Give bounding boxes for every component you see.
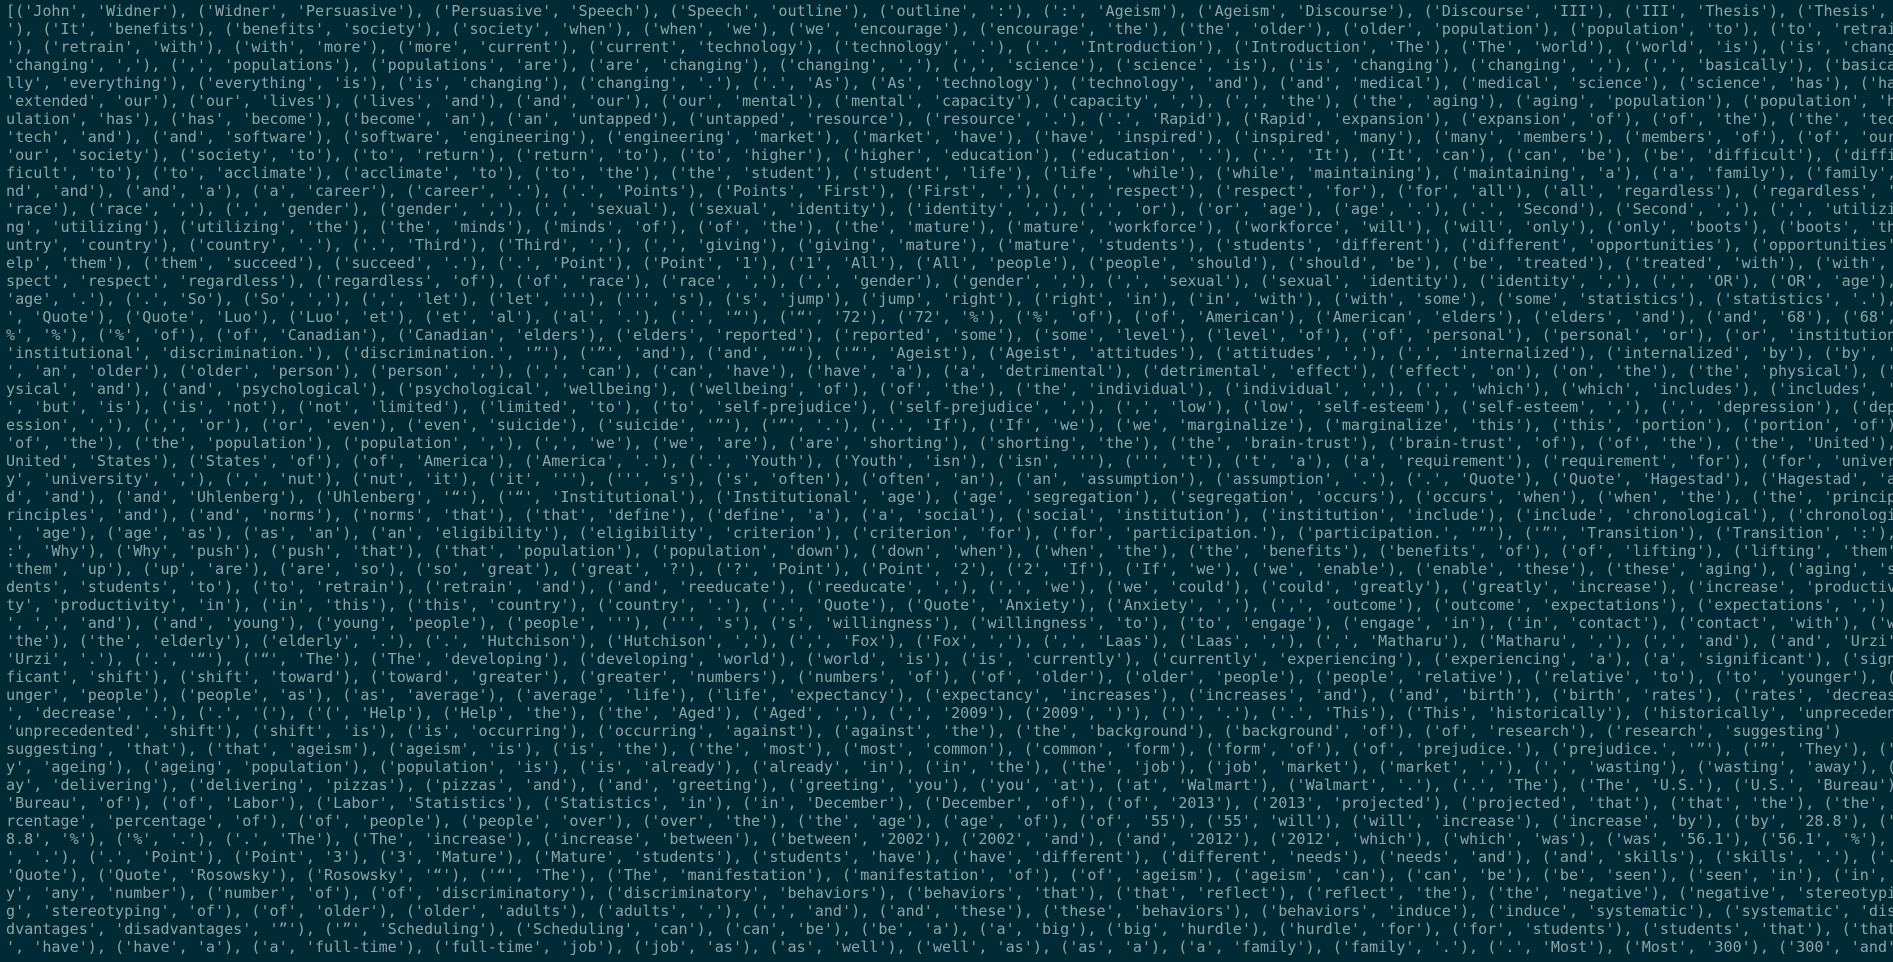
terminal-line: :', 'Why'), ('Why', 'push'), ('push', 't… bbox=[6, 542, 1893, 560]
terminal-line: dents', 'students', 'to'), ('to', 'retra… bbox=[6, 578, 1893, 596]
terminal-line: ', 'Quote'), ('Quote', 'Luo'), ('Luo', '… bbox=[6, 308, 1893, 326]
terminal-line: 'unprecedented', 'shift'), ('shift', 'is… bbox=[6, 722, 1842, 740]
terminal-line: 'changing', ','), (',', 'populations'), … bbox=[6, 56, 1893, 74]
terminal-line: ', '.'), ('.', 'Point'), ('Point', '3'),… bbox=[6, 848, 1893, 866]
terminal-line: ty', 'productivity', 'in'), ('in', 'this… bbox=[6, 596, 1888, 614]
terminal-line: ', ',', 'and'), ('and', 'young'), ('youn… bbox=[6, 614, 1893, 632]
terminal-line: 'our', 'society'), ('society', 'to'), ('… bbox=[6, 146, 1893, 164]
terminal-line: ', 'an', 'older'), ('older', 'person'), … bbox=[6, 362, 1893, 380]
terminal-line: ficant', 'shift'), ('shift', 'toward'), … bbox=[6, 668, 1893, 686]
terminal-line: 'them', 'up'), ('up', 'are'), ('are', 's… bbox=[6, 560, 1893, 578]
terminal-line: 'extended', 'our'), ('our', 'lives'), ('… bbox=[6, 92, 1893, 110]
terminal-line: 'Quote'), ('Quote', 'Rosowsky'), ('Rosow… bbox=[6, 866, 1893, 884]
terminal-line: ', 'age'), ('age', 'as'), ('as', 'an'), … bbox=[6, 524, 1893, 542]
terminal-line: ysical', 'and'), ('and', 'psychological'… bbox=[6, 380, 1893, 398]
terminal-line: ', 'but', 'is'), ('is', 'not'), ('not', … bbox=[6, 398, 1893, 416]
terminal-line: rcentage', 'percentage', 'of'), ('of', '… bbox=[6, 812, 1893, 830]
terminal-line: United', 'States'), ('States', 'of'), ('… bbox=[6, 452, 1893, 470]
terminal-line: ay', 'delivering'), ('delivering', 'pizz… bbox=[6, 776, 1893, 794]
terminal-line: untry', 'country'), ('country', '.'), ('… bbox=[6, 236, 1893, 254]
terminal-line: rinciples', 'and'), ('and', 'norms'), ('… bbox=[6, 506, 1893, 524]
terminal-line: 'of', 'the'), ('the', 'population'), ('p… bbox=[6, 434, 1893, 452]
terminal-line: y', 'university', ','), (',', 'nut'), ('… bbox=[6, 470, 1893, 488]
terminal-line: 'tech', 'and'), ('and', 'software'), ('s… bbox=[6, 128, 1893, 146]
terminal-line: suggesting', 'that'), ('that', 'ageism')… bbox=[6, 740, 1893, 758]
terminal-line: 8.8', '%'), ('%', '.'), ('.', 'The'), ('… bbox=[6, 830, 1893, 848]
terminal-line: spect', 'respect', 'regardless'), ('rega… bbox=[6, 272, 1893, 290]
terminal-line: ', 'have'), ('have', 'a'), ('a', 'full-t… bbox=[6, 938, 1893, 956]
terminal-line: 'race'), ('race', ','), (',', 'gender'),… bbox=[6, 200, 1893, 218]
terminal-line: 'the'), ('the', 'elderly'), ('elderly', … bbox=[6, 632, 1893, 650]
terminal-line: 'institutional', 'discrimination.'), ('d… bbox=[6, 344, 1893, 362]
terminal-line: '), ('It', 'benefits'), ('benefits', 'so… bbox=[6, 20, 1893, 38]
terminal-line: ficult', 'to'), ('to', 'acclimate'), ('a… bbox=[6, 164, 1893, 182]
terminal-line: ng', 'utilizing'), ('utilizing', 'the'),… bbox=[6, 218, 1893, 236]
terminal-line: '), ('retrain', 'with'), ('with', 'more'… bbox=[6, 38, 1893, 56]
terminal-line: [('John', 'Widner'), ('Widner', 'Persuas… bbox=[6, 2, 1888, 20]
terminal-line: d', 'and'), ('and', 'Uhlenberg'), ('Uhle… bbox=[6, 488, 1893, 506]
terminal-line: lly', 'everything'), ('everything', 'is'… bbox=[6, 74, 1893, 92]
terminal-line: elp', 'them'), ('them', 'succeed'), ('su… bbox=[6, 254, 1888, 272]
terminal-line: ', 'decrease', '.'), ('.', '('), ('(', '… bbox=[6, 704, 1893, 722]
terminal-text: [('John', 'Widner'), ('Widner', 'Persuas… bbox=[6, 2, 1893, 956]
terminal-line: y', 'ageing'), ('ageing', 'population'),… bbox=[6, 758, 1893, 776]
terminal-output-area[interactable]: [('John', 'Widner'), ('Widner', 'Persuas… bbox=[0, 0, 1893, 962]
terminal-line: 'Bureau', 'of'), ('of', 'Labor'), ('Labo… bbox=[6, 794, 1893, 812]
terminal-line: %', '%'), ('%', 'of'), ('of', 'Canadian'… bbox=[6, 326, 1893, 344]
terminal-line: ession', ','), (',', 'or'), ('or', 'even… bbox=[6, 416, 1893, 434]
terminal-line: unger', 'people'), ('people', 'as'), ('a… bbox=[6, 686, 1893, 704]
terminal-line: 'age', '.'), ('.', 'So'), ('So', ','), (… bbox=[6, 290, 1893, 308]
terminal-line: y', 'any', 'number'), ('number', 'of'), … bbox=[6, 884, 1893, 902]
terminal-line: 'Urzi', '.'), ('.', '“'), ('“', 'The'), … bbox=[6, 650, 1893, 668]
terminal-line: g', 'stereotyping', 'of'), ('of', 'older… bbox=[6, 902, 1893, 920]
terminal-line: nd', 'and'), ('and', 'a'), ('a', 'career… bbox=[6, 182, 1893, 200]
terminal-line: dvantages', 'disadvantages', '”'), ('”',… bbox=[6, 920, 1893, 938]
terminal-line: ulation', 'has'), ('has', 'become'), ('b… bbox=[6, 110, 1893, 128]
